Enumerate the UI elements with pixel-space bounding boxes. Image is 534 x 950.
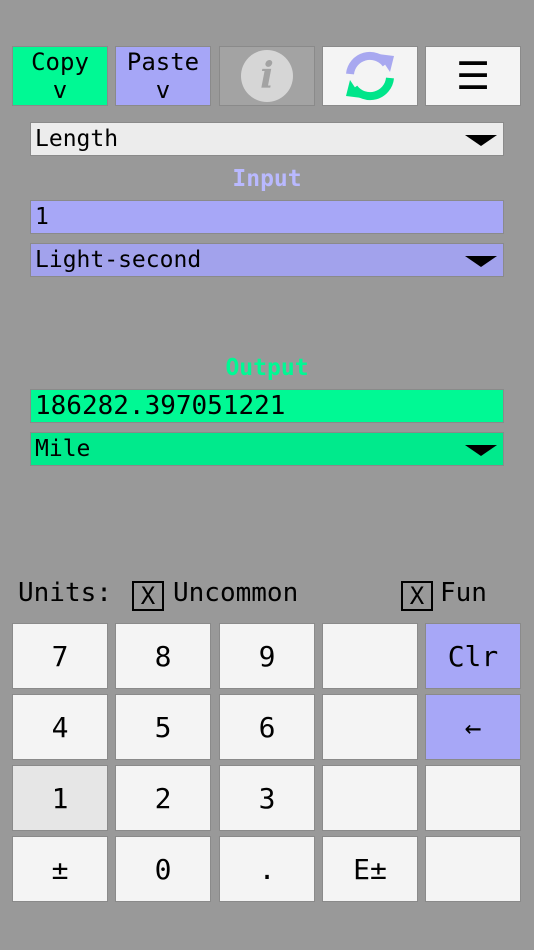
key-2[interactable]: 2 xyxy=(115,765,211,831)
unit-converter-screen: Copy v Paste v i ☰ Length Input 1 Light-… xyxy=(0,0,534,950)
copy-button-label: Copy v xyxy=(31,48,89,104)
category-value: Length xyxy=(35,126,119,152)
paste-button[interactable]: Paste v xyxy=(115,46,211,106)
input-unit-value: Light-second xyxy=(35,247,202,273)
menu-icon: ☰ xyxy=(455,54,491,98)
decimal-key[interactable]: . xyxy=(219,836,315,902)
uncommon-checkbox[interactable]: X xyxy=(132,581,164,611)
key-blank-2[interactable] xyxy=(322,694,418,760)
key-blank-1[interactable] xyxy=(322,623,418,689)
key-8[interactable]: 8 xyxy=(115,623,211,689)
copy-button[interactable]: Copy v xyxy=(12,46,108,106)
input-value-field[interactable]: 1 xyxy=(30,200,504,234)
output-value-field[interactable]: 186282.397051221 xyxy=(30,389,504,423)
exponent-key[interactable]: E± xyxy=(322,836,418,902)
input-heading: Input xyxy=(232,166,302,192)
swap-refresh-icon xyxy=(346,51,394,101)
output-value: 186282.397051221 xyxy=(35,391,286,421)
key-blank-5[interactable] xyxy=(425,836,521,902)
output-unit-value: Mile xyxy=(35,436,91,462)
key-0[interactable]: 0 xyxy=(115,836,211,902)
key-7[interactable]: 7 xyxy=(12,623,108,689)
chevron-down-icon xyxy=(465,135,497,146)
fun-checkbox[interactable]: X xyxy=(401,581,433,611)
input-value: 1 xyxy=(35,204,49,230)
key-9[interactable]: 9 xyxy=(219,623,315,689)
key-blank-3[interactable] xyxy=(322,765,418,831)
input-unit-select[interactable]: Light-second xyxy=(30,243,504,277)
key-blank-4[interactable] xyxy=(425,765,521,831)
clear-button[interactable]: Clr xyxy=(425,623,521,689)
backspace-button[interactable]: ← xyxy=(425,694,521,760)
chevron-down-icon xyxy=(465,445,497,456)
key-3[interactable]: 3 xyxy=(219,765,315,831)
chevron-down-icon xyxy=(465,256,497,267)
key-6[interactable]: 6 xyxy=(219,694,315,760)
menu-button[interactable]: ☰ xyxy=(425,46,521,106)
output-heading: Output xyxy=(225,355,309,381)
units-label: Units: xyxy=(18,578,112,608)
paste-button-label: Paste v xyxy=(126,48,200,104)
key-4[interactable]: 4 xyxy=(12,694,108,760)
fun-label: Fun xyxy=(440,578,487,608)
swap-units-button[interactable] xyxy=(322,46,418,106)
sign-toggle-key[interactable]: ± xyxy=(12,836,108,902)
category-select[interactable]: Length xyxy=(30,122,504,156)
key-5[interactable]: 5 xyxy=(115,694,211,760)
key-1[interactable]: 1 xyxy=(12,765,108,831)
output-unit-select[interactable]: Mile xyxy=(30,432,504,466)
uncommon-label: Uncommon xyxy=(173,578,299,608)
info-button[interactable]: i xyxy=(219,46,315,106)
info-icon: i xyxy=(241,50,293,102)
